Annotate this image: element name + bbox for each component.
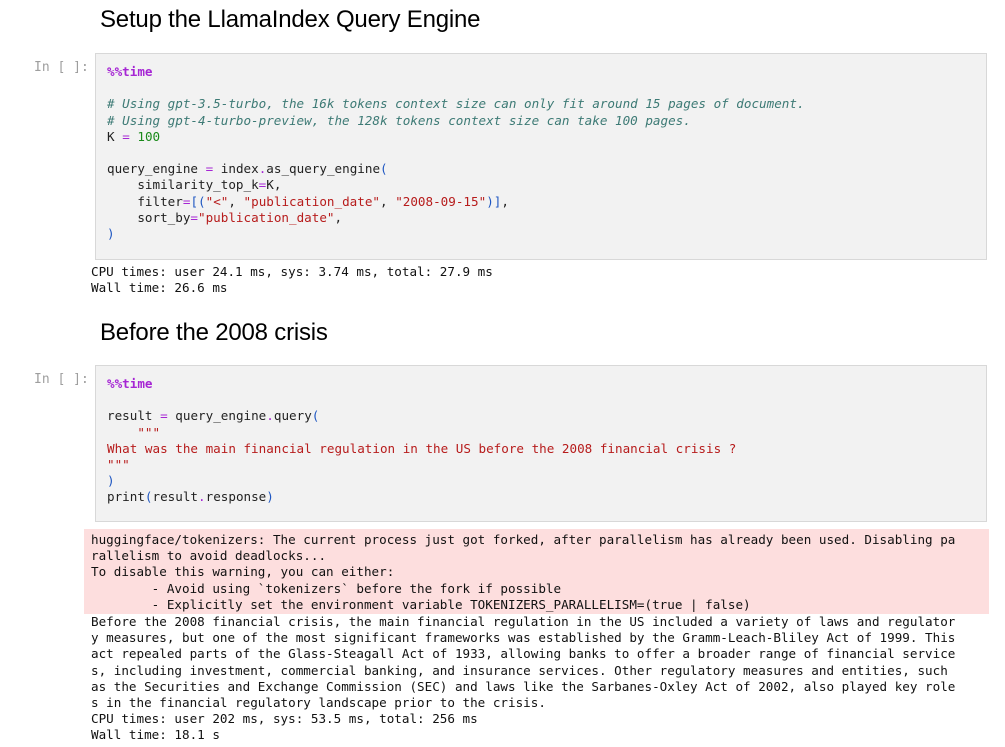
output-line: Wall time: 26.6 ms xyxy=(91,280,228,296)
cell-1-prompt: In [ ]: xyxy=(34,60,89,75)
code-comment: # Using gpt-4-turbo-preview, the 128k to… xyxy=(107,112,691,128)
output-line: s in the financial regulatory landscape … xyxy=(91,695,546,711)
output-line: act repealed parts of the Glass-Steagall… xyxy=(91,646,956,662)
code-string: """ xyxy=(107,457,130,473)
code-string: """ xyxy=(137,424,161,440)
code-method: as_query_engine xyxy=(266,161,381,177)
code-cell-1[interactable]: %%time # Using gpt-3.5-turbo, the 16k to… xyxy=(95,53,987,260)
stderr-line: - Avoid using `tokenizers` before the fo… xyxy=(91,580,562,596)
cell-magic: %%time xyxy=(107,64,153,79)
code-identifier: query_engine xyxy=(107,161,198,177)
code-cell-1-source[interactable]: %%time # Using gpt-3.5-turbo, the 16k to… xyxy=(107,64,805,242)
code-function: print xyxy=(107,489,145,505)
output-line: y measures, but one of the most signific… xyxy=(91,630,956,646)
code-identifier: K xyxy=(266,177,274,193)
code-identifier: query_engine xyxy=(175,408,267,424)
code-identifier: result xyxy=(152,489,199,505)
code-string: What was the main financial regulation i… xyxy=(107,440,737,456)
stderr-line: huggingface/tokenizers: The current proc… xyxy=(91,532,956,547)
code-string: "publication_date" xyxy=(198,209,335,225)
cell-1-output: CPU times: user 24.1 ms, sys: 3.74 ms, t… xyxy=(91,264,493,296)
stderr-line: - Explicitly set the environment variabl… xyxy=(91,596,751,612)
output-line: Before the 2008 financial crisis, the ma… xyxy=(91,614,956,629)
section-heading-setup: Setup the LlamaIndex Query Engine xyxy=(100,6,481,33)
section-heading-crisis: Before the 2008 crisis xyxy=(100,319,328,346)
code-string: "2008-09-15" xyxy=(395,193,487,209)
code-argument: sort_by xyxy=(137,209,191,225)
code-number: 100 xyxy=(137,128,161,144)
code-argument: similarity_top_k xyxy=(137,177,259,193)
code-cell-2-source[interactable]: %%time result = query_engine.query( """ … xyxy=(107,376,736,506)
code-identifier: index xyxy=(220,161,259,177)
stderr-output: huggingface/tokenizers: The current proc… xyxy=(84,529,989,614)
code-method: query xyxy=(273,408,312,424)
code-string: "<" xyxy=(205,193,229,209)
code-identifier: K xyxy=(107,128,115,144)
output-line: as the Securities and Exchange Commissio… xyxy=(91,678,956,694)
cell-2-prompt: In [ ]: xyxy=(34,372,89,387)
code-identifier: result xyxy=(107,408,153,424)
output-line: Wall time: 18.1 s xyxy=(91,727,220,743)
cell-2-output: Before the 2008 financial crisis, the ma… xyxy=(91,614,955,744)
code-comment: # Using gpt-3.5-turbo, the 16k tokens co… xyxy=(107,96,805,112)
code-argument: filter xyxy=(137,193,183,209)
stderr-line: To disable this warning, you can either: xyxy=(91,564,395,580)
output-line: CPU times: user 24.1 ms, sys: 3.74 ms, t… xyxy=(91,264,493,279)
output-line: CPU times: user 202 ms, sys: 53.5 ms, to… xyxy=(91,711,478,727)
code-attribute: response xyxy=(205,489,267,505)
code-cell-2[interactable]: %%time result = query_engine.query( """ … xyxy=(95,365,987,522)
output-line: s, including investment, commercial bank… xyxy=(91,662,948,678)
code-string: "publication_date" xyxy=(243,193,381,209)
stderr-line: rallelism to avoid deadlocks... xyxy=(91,548,327,564)
cell-magic: %%time xyxy=(107,376,153,391)
